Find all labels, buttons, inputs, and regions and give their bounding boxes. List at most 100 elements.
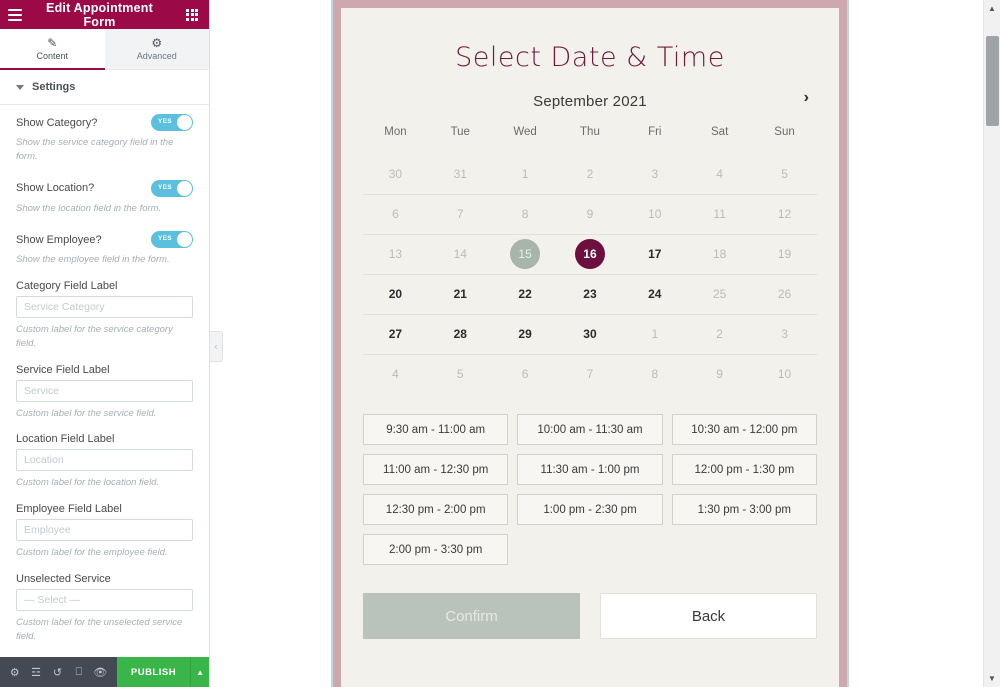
calendar-day-muted: 1 — [521, 166, 529, 181]
calendar-cell: 25 — [687, 274, 752, 314]
toggle-value: YES — [158, 183, 172, 191]
calendar-cell: 13 — [363, 234, 428, 274]
calendar-week-row: 6 7 8 9 10 11 12 — [363, 194, 817, 234]
calendar-cell[interactable]: 29 — [493, 314, 558, 354]
calendar-day-muted: 2 — [586, 166, 594, 181]
calendar-day-today[interactable]: 15 — [510, 239, 541, 269]
weekday-tue: Tue — [450, 126, 470, 138]
editor-root: Edit Appointment Form ✎ Content ⚙ Advanc… — [0, 0, 1000, 687]
calendar-day-avail[interactable]: 21 — [445, 279, 475, 309]
tab-content-label: Content — [36, 51, 69, 61]
control-show-category: Show Category? YES Show the service cate… — [0, 105, 209, 171]
confirm-button[interactable]: Confirm — [363, 593, 580, 639]
settings-accordion-header[interactable]: Settings — [0, 70, 209, 104]
panel-footer-toolbar: ⚙ ☲ ↺ ⎕ 👁 PUBLISH ▲ — [0, 657, 210, 687]
control-show-location: Show Location? YES Show the location fie… — [0, 171, 209, 223]
publish-button[interactable]: PUBLISH — [116, 657, 191, 687]
control-label: Show Employee? — [16, 233, 102, 246]
calendar-cell[interactable]: 20 — [363, 274, 428, 314]
chevron-right-icon[interactable]: › — [804, 89, 809, 107]
calendar-cell: 19 — [752, 234, 817, 274]
calendar-cell: 4 — [687, 154, 752, 194]
calendar-month-label: September 2021 — [533, 93, 647, 110]
time-slot[interactable]: 12:30 pm - 2:00 pm — [363, 494, 509, 525]
category-field-label-input[interactable] — [16, 296, 193, 319]
unselected-service-input[interactable] — [16, 588, 193, 611]
toggle-show-employee[interactable]: YES — [151, 231, 193, 249]
calendar-day-muted: 3 — [651, 166, 659, 181]
calendar-day-avail[interactable]: 30 — [575, 319, 605, 349]
calendar-cell[interactable]: 23 — [558, 274, 623, 314]
layers-icon[interactable]: ☲ — [25, 657, 46, 687]
editor-sidebar-panel: Edit Appointment Form ✎ Content ⚙ Advanc… — [0, 0, 210, 687]
calendar-cell: 12 — [752, 194, 817, 234]
tab-content[interactable]: ✎ Content — [0, 29, 105, 70]
eye-icon[interactable]: 👁 — [90, 657, 111, 687]
calendar-day-avail[interactable]: 17 — [640, 239, 670, 269]
toggle-show-category[interactable]: YES — [151, 114, 193, 131]
time-slot[interactable]: 2:00 pm - 3:30 pm — [363, 534, 509, 565]
tab-advanced[interactable]: ⚙ Advanced — [105, 29, 210, 69]
chevron-down-icon[interactable]: ▼ — [984, 670, 1000, 687]
calendar-day-selected[interactable]: 16 — [574, 239, 605, 269]
calendar-day-avail[interactable]: 24 — [640, 279, 670, 309]
time-slot[interactable]: 1:30 pm - 3:00 pm — [671, 494, 817, 525]
calendar-day-muted: 31 — [453, 166, 467, 181]
calendar-weekday-header-row: Mon Tue Wed Thu Fri Sat Sun — [363, 126, 817, 154]
time-slot[interactable]: 10:30 am - 12:00 pm — [671, 414, 817, 445]
calendar-day-muted: 1 — [651, 327, 659, 341]
control-employee-field-label: Employee Field Label Custom label for th… — [0, 497, 209, 567]
time-slot[interactable]: 11:00 am - 12:30 pm — [363, 454, 509, 485]
panel-collapse-handle[interactable]: ‹ — [210, 331, 223, 362]
calendar-day-muted: 10 — [777, 367, 792, 382]
calendar-cell[interactable]: 27 — [363, 314, 428, 354]
calendar-cell[interactable]: 16 — [558, 234, 623, 274]
control-desc: Show the location field in the form. — [16, 202, 162, 214]
hamburger-menu-icon[interactable] — [0, 8, 30, 21]
calendar-day-avail[interactable]: 29 — [510, 319, 540, 349]
panel-header: Edit Appointment Form — [0, 0, 209, 29]
service-field-label-input[interactable] — [16, 379, 193, 402]
apps-grid-icon[interactable] — [175, 8, 209, 21]
calendar-day-muted: 7 — [586, 367, 594, 382]
calendar-day-avail[interactable]: 22 — [510, 279, 540, 309]
calendar-day-avail[interactable]: 23 — [575, 279, 605, 309]
calendar-cell[interactable]: 17 — [622, 234, 687, 274]
preview-area: Select Date & Time September 2021 › Mon … — [211, 0, 983, 687]
calendar-cell[interactable]: 24 — [622, 274, 687, 314]
calendar-cell[interactable]: 30 — [558, 314, 623, 354]
gear-icon[interactable]: ⚙ — [4, 657, 25, 687]
chevron-up-icon[interactable]: ▲ — [984, 0, 1000, 17]
calendar-cell: 10 — [622, 194, 687, 234]
panel-title: Edit Appointment Form — [46, 0, 153, 29]
toggle-knob — [177, 115, 192, 130]
monitor-icon[interactable]: ⎕ — [68, 657, 89, 687]
calendar-day-avail[interactable]: 28 — [445, 319, 475, 349]
calendar-cell[interactable]: 21 — [428, 274, 493, 314]
time-slot[interactable]: 1:00 pm - 2:30 pm — [517, 494, 663, 525]
publish-options-caret-icon[interactable]: ▲ — [190, 657, 210, 687]
time-slot[interactable]: 9:30 am - 11:00 am — [363, 414, 509, 445]
time-slot[interactable]: 12:00 pm - 1:30 pm — [671, 454, 817, 485]
page-scrollbar[interactable]: ▲ ▼ — [983, 0, 1000, 687]
calendar-cell: 30 — [363, 154, 428, 194]
calendar-cell[interactable]: 15 — [493, 234, 558, 274]
back-button[interactable]: Back — [600, 593, 817, 639]
history-icon[interactable]: ↺ — [47, 657, 68, 687]
calendar-day-muted: 19 — [777, 247, 792, 261]
calendar-day-muted: 8 — [651, 367, 659, 382]
scrollbar-thumb[interactable] — [986, 36, 999, 126]
employee-field-label-input[interactable] — [16, 519, 193, 542]
calendar-cell: 9 — [687, 354, 752, 394]
location-field-label-input[interactable] — [16, 449, 193, 472]
time-slot[interactable]: 11:30 am - 1:00 pm — [517, 454, 663, 485]
time-slot[interactable]: 10:00 am - 11:30 am — [517, 414, 663, 445]
calendar-day-avail[interactable]: 27 — [380, 319, 410, 349]
control-desc: Show the service category field in the f… — [16, 137, 174, 162]
calendar-cell[interactable]: 22 — [493, 274, 558, 314]
calendar-day-avail[interactable]: 20 — [380, 279, 410, 309]
appointment-form: Select Date & Time September 2021 › Mon … — [341, 8, 839, 687]
toggle-show-location[interactable]: YES — [151, 179, 193, 197]
calendar-cell[interactable]: 28 — [428, 314, 493, 354]
calendar-day-muted: 2 — [716, 327, 723, 341]
